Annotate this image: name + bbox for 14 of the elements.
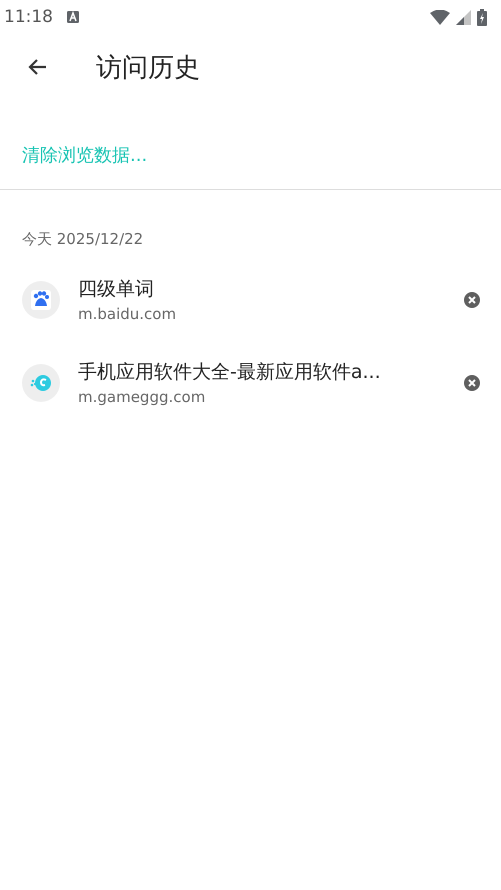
wifi-icon: [430, 10, 450, 24]
battery-icon: [477, 8, 487, 26]
page-title: 访问历史: [96, 52, 200, 84]
date-label: 今天 2025/12/22: [21, 229, 144, 250]
paw-icon: [30, 288, 52, 310]
notification-icon: [67, 11, 79, 23]
status-time: 11:18: [4, 7, 53, 27]
history-title[interactable]: 手机应用软件大全-最新应用软件a...: [78, 359, 455, 385]
signal-icon: [456, 10, 471, 24]
remove-button[interactable]: [463, 374, 481, 392]
history-url: m.baidu.com: [78, 305, 178, 323]
history-url: m.gameggg.com: [78, 388, 206, 406]
history-title[interactable]: 四级单词: [78, 276, 455, 302]
remove-button[interactable]: [463, 290, 481, 308]
